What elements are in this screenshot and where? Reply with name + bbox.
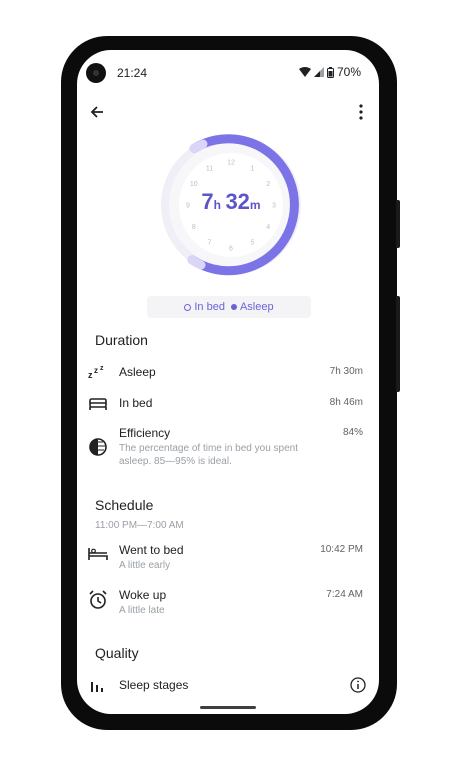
asleep-value: 7h 30m [329,366,363,377]
schedule-range: 11:00 PM—7:00 AM [95,520,184,531]
battery-icon [326,66,334,78]
woke-up-time: 7:24 AM [326,589,363,600]
in-bed-label: In bed [119,396,153,410]
woke-up-label: Woke up [119,588,167,602]
svg-text:z: z [100,365,104,372]
bar-chart-icon [91,682,103,692]
asleep-label: Asleep [119,365,156,379]
home-indicator[interactable] [200,706,256,709]
zzz-icon: z z z [88,365,104,380]
info-icon[interactable] [349,676,367,694]
volume-button [396,296,400,392]
status-time: 21:24 [117,66,148,80]
quality-heading: Quality [95,645,139,661]
sleep-minutes: 32 [225,189,250,214]
dial-hour-5: 5 [251,240,255,247]
dial-hour-6: 6 [229,246,233,253]
dial-hour-7: 7 [208,240,212,247]
legend-in-bed: In bed [184,301,225,313]
in-bed-end-marker [187,255,206,270]
efficiency-label: Efficiency [119,426,171,440]
status-icons: 70% [298,65,361,79]
legend-asleep: Asleep [230,301,274,313]
bed-icon [89,398,107,410]
cell-signal-icon [313,67,324,77]
dial-hour-10: 10 [190,181,198,188]
svg-text:z: z [94,366,98,375]
legend-in-bed-label: In bed [194,301,225,313]
total-sleep-readout: 7h 32m [158,189,304,215]
went-to-bed-label: Went to bed [119,543,184,557]
power-button [396,200,400,248]
dial-hour-11: 11 [206,165,213,172]
wifi-icon [298,67,311,77]
bed-time-icon [88,548,108,560]
legend-asleep-marker [230,304,237,310]
minutes-unit: m [249,198,261,212]
went-to-bed-note: A little early [119,560,171,571]
sleep-stages-label: Sleep stages [119,678,189,692]
dial-hour-2: 2 [266,181,270,188]
in-bed-value: 8h 46m [329,397,363,408]
efficiency-description: The percentage of time in bed you spent … [119,443,299,467]
hours-unit: h [213,198,221,212]
sleep-dial: 12 1 2 3 4 5 6 7 8 9 10 11 7h 32m [158,132,304,278]
woke-up-note: A little late [119,605,165,616]
battery-percent: 70% [336,65,361,79]
efficiency-icon [89,438,107,456]
in-bed-start-marker [189,139,208,153]
more-vert-icon[interactable] [351,102,371,122]
schedule-heading: Schedule [95,497,154,513]
dial-hour-1: 1 [251,165,255,172]
dial-legend: In bed Asleep [147,296,311,318]
legend-asleep-label: Asleep [239,301,274,313]
duration-heading: Duration [95,332,148,348]
back-arrow-icon[interactable] [87,102,107,122]
dial-hour-4: 4 [266,224,270,231]
app-bar [77,98,379,126]
status-bar: 21:24 70% [77,60,379,86]
svg-text:z: z [88,370,93,380]
front-camera [86,63,106,83]
dial-hour-8: 8 [192,224,196,231]
sleep-hours: 7 [201,189,214,214]
efficiency-value: 84% [342,427,363,438]
alarm-icon [89,590,107,609]
went-to-bed-time: 10:42 PM [320,544,363,555]
legend-in-bed-marker [184,303,192,311]
dial-hour-12: 12 [227,160,235,167]
app-screen: 21:24 70% 12 1 2 3 4 5 6 7 8 9 10 11 7h 32m In bed … [77,50,379,714]
